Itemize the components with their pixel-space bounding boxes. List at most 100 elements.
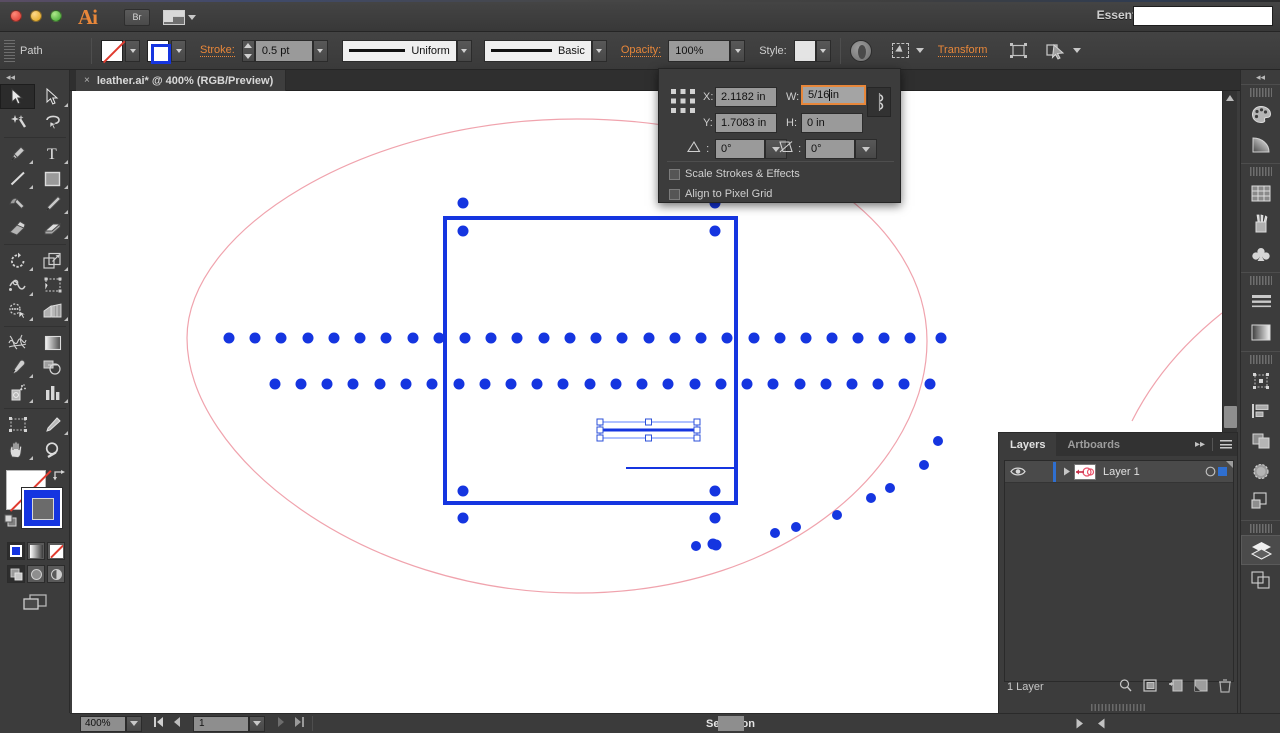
pathfinder-panel-icon[interactable] — [1241, 426, 1280, 456]
zoom-button[interactable] — [50, 10, 62, 22]
status-expand-button[interactable] — [1075, 718, 1084, 732]
slice-tool[interactable] — [35, 412, 70, 437]
blend-tool[interactable] — [35, 355, 70, 380]
scale-strokes-checkbox[interactable] — [669, 169, 680, 180]
constrain-proportions-toggle[interactable] — [867, 87, 891, 117]
draw-inside-button[interactable] — [47, 565, 65, 583]
graphic-style-swatch[interactable] — [793, 39, 816, 62]
select-similar-chevron-down-icon[interactable] — [915, 48, 924, 53]
gradient-mode-button[interactable] — [27, 542, 45, 560]
shear-dropdown-button[interactable] — [855, 139, 877, 159]
transform-x-input[interactable]: 2.1182 in — [715, 87, 777, 107]
dock-group-grip[interactable] — [1249, 524, 1272, 533]
opacity-dropdown-button[interactable] — [730, 39, 746, 62]
symbol-sprayer-tool[interactable] — [0, 380, 35, 405]
stroke-weight-dropdown-button[interactable] — [312, 39, 328, 62]
close-button[interactable] — [10, 10, 22, 22]
transform-h-input[interactable]: 0 in — [801, 113, 863, 133]
pencil-tool[interactable] — [35, 191, 70, 216]
stroke-weight-label[interactable]: Stroke: — [200, 44, 235, 57]
dock-group-grip[interactable] — [1249, 88, 1272, 97]
zoom-tool[interactable] — [35, 437, 70, 462]
scroll-up-arrow-icon[interactable] — [1226, 95, 1234, 101]
eraser-tool[interactable] — [35, 216, 70, 241]
graphic-style-dropdown-button[interactable] — [815, 39, 831, 62]
magic-wand-tool[interactable] — [0, 109, 35, 134]
stroke-weight-value[interactable]: 0.5 pt — [254, 39, 313, 62]
reference-point-selector[interactable] — [671, 89, 695, 113]
artboard-number-input[interactable]: 1 — [193, 715, 249, 732]
brushes-panel-icon[interactable] — [1241, 208, 1280, 238]
isolate-chevron-down-icon[interactable] — [1073, 48, 1082, 53]
transform-y-input[interactable]: 1.7083 in — [715, 113, 777, 133]
vertical-scroll-thumb[interactable] — [1224, 406, 1237, 428]
stroke-color-swatch[interactable] — [22, 488, 62, 528]
column-graph-tool[interactable] — [35, 380, 70, 405]
align-objects-button[interactable] — [1007, 40, 1029, 62]
transform-panel-link[interactable]: Transform — [937, 44, 988, 57]
previous-artboard-button[interactable] — [173, 717, 181, 730]
gradient-tool[interactable] — [35, 330, 70, 355]
delete-selection-icon[interactable] — [1219, 678, 1231, 696]
align-panel-icon[interactable] — [1241, 396, 1280, 426]
color-panel-icon[interactable] — [1241, 99, 1280, 129]
last-artboard-button[interactable] — [294, 717, 304, 730]
search-input[interactable] — [1133, 6, 1273, 26]
shape-builder-tool[interactable] — [0, 298, 35, 323]
zoom-level-input[interactable]: 400% — [80, 715, 126, 732]
fill-dropdown-button[interactable] — [125, 39, 140, 62]
layer-name[interactable]: Layer 1 — [1103, 466, 1202, 478]
swatches-panel-icon[interactable] — [1241, 178, 1280, 208]
direct-selection-tool[interactable] — [35, 84, 70, 109]
zoom-level-dropdown-button[interactable] — [126, 715, 142, 732]
layers-list[interactable]: Layer 1 — [1004, 460, 1234, 682]
transform-w-input[interactable]: 5/16 in — [801, 85, 866, 105]
tab-layers[interactable]: Layers — [999, 433, 1057, 456]
brush-dropdown-button[interactable] — [591, 39, 607, 62]
brush-definition[interactable]: Basic — [483, 39, 592, 62]
layer-selected-art-indicator[interactable] — [1218, 467, 1227, 476]
layers-panel-resize-grip[interactable] — [999, 702, 1239, 712]
type-tool[interactable]: T — [35, 141, 70, 166]
eyedropper-tool[interactable] — [0, 355, 35, 380]
dock-group-grip[interactable] — [1249, 355, 1272, 364]
recolor-artwork-button[interactable] — [849, 39, 872, 62]
artboard-tool[interactable] — [0, 412, 35, 437]
table-row[interactable]: Layer 1 — [1005, 461, 1233, 483]
draw-behind-button[interactable] — [27, 565, 45, 583]
control-bar-grip[interactable] — [4, 39, 15, 62]
arrange-documents-button[interactable] — [163, 8, 203, 26]
color-guide-panel-icon[interactable] — [1241, 129, 1280, 159]
horizontal-scroll-thumb[interactable] — [718, 716, 744, 731]
free-transform-tool[interactable] — [35, 273, 70, 298]
next-artboard-button[interactable] — [277, 717, 285, 730]
swap-fill-stroke-icon[interactable] — [52, 468, 66, 482]
width-tool[interactable] — [0, 273, 35, 298]
minimize-button[interactable] — [30, 10, 42, 22]
layer-visibility-toggle[interactable] — [1005, 466, 1031, 477]
isolate-object-button[interactable] — [1045, 40, 1067, 62]
dock-expand-button[interactable]: ◂◂ — [1241, 70, 1280, 84]
stroke-dropdown-button[interactable] — [171, 39, 186, 62]
shear-input[interactable]: 0° — [805, 139, 855, 159]
window-controls[interactable] — [10, 10, 62, 22]
opacity-label[interactable]: Opacity: — [620, 44, 662, 57]
select-similar-objects-button[interactable] — [890, 40, 912, 62]
layer-disclosure-triangle[interactable] — [1060, 467, 1074, 476]
draw-normal-button[interactable] — [7, 565, 25, 583]
perspective-grid-tool[interactable] — [35, 298, 70, 323]
collapse-panel-icon[interactable]: ▸▸ — [1195, 439, 1205, 450]
scale-tool[interactable] — [35, 248, 70, 273]
lasso-tool[interactable] — [35, 109, 70, 134]
layers-panel-menu-button[interactable] — [1220, 440, 1232, 449]
artboard-number-dropdown-button[interactable] — [249, 715, 265, 732]
go-to-bridge-button[interactable]: Br — [124, 9, 150, 26]
rotate-input[interactable]: 0° — [715, 139, 765, 159]
color-mode-button[interactable] — [7, 542, 25, 560]
mesh-tool[interactable] — [0, 330, 35, 355]
pen-tool[interactable] — [0, 141, 35, 166]
close-icon[interactable]: × — [84, 75, 90, 86]
width-profile-dropdown-button[interactable] — [456, 39, 472, 62]
document-tab[interactable]: × leather.ai* @ 400% (RGB/Preview) — [76, 70, 287, 91]
default-fill-stroke-icon[interactable] — [4, 514, 18, 528]
